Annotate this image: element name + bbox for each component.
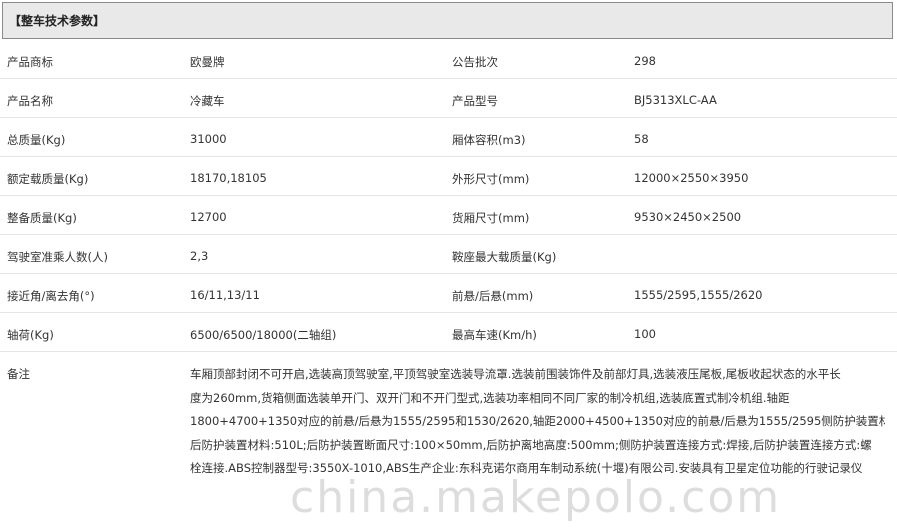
spec-row: 轴荷(Kg) 6500/6500/18000(二轴组) 最高车速(Km/h) 1… [0,313,897,352]
spec-value: 冷藏车 [190,94,225,108]
spec-label: 接近角/离去角(°) [7,289,95,303]
remarks-line: 后防护装置材料:510L;后防护装置断面尺寸:100×50mm,后防护离地高度:… [190,437,872,452]
spec-value: 58 [634,132,649,146]
spec-value: 298 [634,54,656,68]
spec-label: 轴荷(Kg) [7,328,54,342]
spec-label: 公告批次 [452,55,498,69]
spec-value: 12700 [190,210,227,224]
spec-value: 12000×2550×3950 [634,171,749,185]
remarks-line: 车厢顶部封闭不可开启,选装高顶驾驶室,平顶驾驶室选装导流罩.选装前围装饰件及前部… [190,367,841,381]
spec-label: 总质量(Kg) [7,133,66,147]
spec-value: 欧曼牌 [190,55,225,69]
spec-value: 9530×2450×2500 [634,210,742,224]
spec-table: 产品商标 欧曼牌 公告批次 298 产品名称 冷藏车 产品型号 BJ5313XL… [0,40,897,512]
spec-label: 最高车速(Km/h) [452,328,537,342]
spec-row: 整备质量(Kg) 12700 货厢尺寸(mm) 9530×2450×2500 [0,196,897,235]
spec-value: 31000 [190,132,227,146]
spec-row: 产品名称 冷藏车 产品型号 BJ5313XLC-AA [0,79,897,118]
spec-row: 驾驶室准乘人数(人) 2,3 鞍座最大载质量(Kg) [0,235,897,274]
spec-label: 厢体容积(m3) [452,133,526,147]
spec-value: 2,3 [190,249,209,263]
spec-label: 产品商标 [7,55,53,69]
remarks-row: 备注 车厢顶部封闭不可开启,选装高顶驾驶室,平顶驾驶室选装导流罩.选装前围装饰件… [0,352,897,512]
spec-label: 额定载质量(Kg) [7,172,89,186]
spec-label: 产品名称 [7,94,53,108]
spec-value: BJ5313XLC-AA [634,93,717,107]
spec-label: 货厢尺寸(mm) [452,211,530,225]
spec-label: 外形尺寸(mm) [452,172,530,186]
section-header: 【整车技术参数】 [2,2,893,39]
spec-label: 驾驶室准乘人数(人) [7,250,108,264]
remarks-text: 车厢顶部封闭不可开启,选装高顶驾驶室,平顶驾驶室选装导流罩.选装前围装饰件及前部… [190,363,885,481]
spec-value: 16/11,13/11 [190,288,260,302]
spec-label: 鞍座最大载质量(Kg) [452,250,557,264]
section-title: 【整车技术参数】 [9,14,106,28]
remarks-line: 度为260mm,货箱侧面选装单开门、双开门和不开门型式,选装功率相同不同厂家的制… [190,390,790,405]
spec-label: 整备质量(Kg) [7,211,77,225]
spec-label: 产品型号 [452,94,498,108]
remarks-line: 栓连接.ABS控制器型号:3550X-1010,ABS生产企业:东科克诺尔商用车… [190,461,863,475]
spec-row: 接近角/离去角(°) 16/11,13/11 前悬/后悬(mm) 1555/25… [0,274,897,313]
spec-value: 1555/2595,1555/2620 [634,288,763,302]
remarks-label: 备注 [7,367,30,381]
spec-value: 6500/6500/18000(二轴组) [190,328,337,342]
spec-row: 总质量(Kg) 31000 厢体容积(m3) 58 [0,118,897,157]
spec-row: 产品商标 欧曼牌 公告批次 298 [0,40,897,79]
spec-label: 前悬/后悬(mm) [452,289,534,303]
remarks-line: 1800+4700+1350对应的前悬/后悬为1555/2595和1530/26… [190,414,885,428]
spec-row: 额定载质量(Kg) 18170,18105 外形尺寸(mm) 12000×255… [0,157,897,196]
spec-value: 18170,18105 [190,171,267,185]
spec-value: 100 [634,327,656,341]
